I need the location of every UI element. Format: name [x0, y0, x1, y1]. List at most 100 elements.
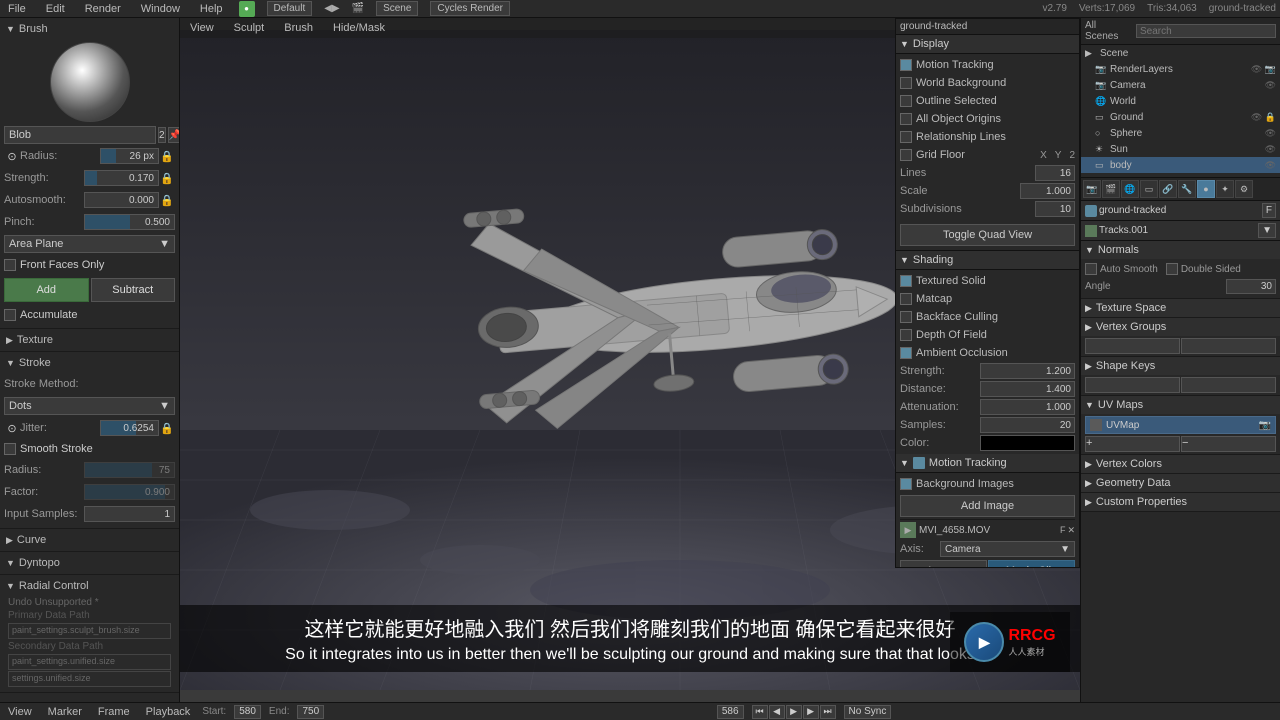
shading-header[interactable]: ▼ Shading [896, 251, 1079, 270]
brush-name-input[interactable] [4, 126, 156, 144]
radius-slider[interactable]: 26 px [100, 148, 159, 164]
bottom-tab-view[interactable]: View [4, 706, 36, 718]
props-particles-icon[interactable]: ✦ [1216, 180, 1234, 198]
backface-checkbox[interactable] [900, 311, 912, 323]
goto-end-btn[interactable]: ⏭ [820, 705, 836, 719]
bg-images-checkbox[interactable] [900, 478, 912, 490]
only-render-checkbox[interactable] [900, 59, 912, 71]
uv-remove-btn[interactable]: − [1181, 436, 1276, 452]
grid-floor-checkbox[interactable] [900, 149, 912, 161]
props-physics-icon[interactable]: ⚙ [1235, 180, 1253, 198]
strength-lock-icon[interactable]: 🔒 [159, 170, 175, 186]
pinch-slider[interactable]: 0.500 [84, 214, 175, 230]
props-constraints-icon[interactable]: 🔗 [1159, 180, 1177, 198]
dof-checkbox[interactable] [900, 329, 912, 341]
autosmooth-slider[interactable]: 0.000 [84, 192, 159, 208]
uvmap-item[interactable]: UVMap 📷 [1085, 416, 1276, 434]
tertiary-path-input[interactable]: settings.unified.size [8, 671, 171, 687]
stroke-section-header[interactable]: ▼ Stroke [4, 354, 175, 372]
angle-value[interactable]: 30 [1226, 279, 1276, 294]
jitter-slider[interactable]: 0.6254 [100, 420, 159, 436]
outliner-item-sphere[interactable]: ○ Sphere 👁 [1081, 125, 1280, 141]
secondary-path-input[interactable]: paint_settings.unified.size [8, 654, 171, 670]
props-modifier-icon[interactable]: 🔧 [1178, 180, 1196, 198]
menu-help[interactable]: Help [196, 3, 227, 15]
sk-add-btn[interactable] [1085, 377, 1180, 393]
node-browse-btn[interactable]: ▼ [1258, 223, 1276, 238]
world-bg-checkbox[interactable] [900, 77, 912, 89]
outliner-item-sun[interactable]: ☀ Sun 👁 [1081, 141, 1280, 157]
sk-remove-btn[interactable] [1181, 377, 1276, 393]
vg-remove-btn[interactable] [1181, 338, 1276, 354]
primary-path-input[interactable]: paint_settings.sculpt_brush.size [8, 623, 171, 639]
strength-slider[interactable]: 0.170 [84, 170, 159, 186]
viewport-tab-view[interactable]: View [184, 22, 220, 34]
vertex-colors-header[interactable]: ▶ Vertex Colors [1081, 455, 1280, 473]
engine-selector[interactable]: Cycles Render [430, 1, 510, 16]
display-header[interactable]: ▼ Display [896, 35, 1079, 54]
ao-color-swatch[interactable] [980, 435, 1075, 451]
matcap-checkbox[interactable] [900, 293, 912, 305]
axis-dropdown[interactable]: Camera ▼ [940, 541, 1075, 557]
outline-selected-checkbox[interactable] [900, 95, 912, 107]
outliner-item-scene[interactable]: ▶ Scene [1081, 45, 1280, 61]
material-browse-btn[interactable]: F [1262, 203, 1276, 218]
uv-add-btn[interactable]: + [1085, 436, 1180, 452]
subdivisions-value[interactable]: 10 [1035, 201, 1075, 217]
texture-section-header[interactable]: ▶ Texture [4, 331, 175, 349]
props-object-icon[interactable]: ▭ [1140, 180, 1158, 198]
radius-lock-icon[interactable]: 🔒 [159, 148, 175, 164]
radius-icon[interactable]: ⊙ [4, 148, 20, 164]
double-sided-checkbox[interactable] [1166, 263, 1178, 275]
brush-num-btn[interactable]: 2 [158, 127, 166, 143]
bottom-tab-frame[interactable]: Frame [94, 706, 134, 718]
all-origins-checkbox[interactable] [900, 113, 912, 125]
menu-file[interactable]: File [4, 3, 30, 15]
vg-add-btn[interactable] [1085, 338, 1180, 354]
viewport-tab-brush[interactable]: Brush [278, 22, 319, 34]
brush-section-header[interactable]: ▼ Brush [4, 20, 175, 38]
goto-start-btn[interactable]: ⏮ [752, 705, 768, 719]
movie-close-btn[interactable]: ✕ [1067, 525, 1075, 536]
curve-section-header[interactable]: ▶ Curve [4, 531, 175, 549]
outliner-item-camera[interactable]: 📷 Camera 👁 [1081, 77, 1280, 93]
toggle-quad-btn[interactable]: Toggle Quad View [900, 224, 1075, 246]
props-material-icon[interactable]: ● [1197, 180, 1215, 198]
rel-lines-checkbox[interactable] [900, 131, 912, 143]
viewport-tab-sculpt[interactable]: Sculpt [228, 22, 271, 34]
auto-smooth-checkbox[interactable] [1085, 263, 1097, 275]
vertex-groups-header[interactable]: ▶ Vertex Groups [1081, 318, 1280, 336]
viewport-tab-hidemask[interactable]: Hide/Mask [327, 22, 391, 34]
image-btn[interactable]: Image [900, 560, 987, 568]
textured-solid-checkbox[interactable] [900, 275, 912, 287]
uv-maps-header[interactable]: ▼ UV Maps [1081, 396, 1280, 414]
no-sync-btn[interactable]: No Sync [844, 705, 892, 719]
lines-value[interactable]: 16 [1035, 165, 1075, 181]
play-back-btn[interactable]: ◀ [769, 705, 785, 719]
bottom-tab-marker[interactable]: Marker [44, 706, 86, 718]
workspace-selector[interactable]: Default [267, 1, 313, 16]
custom-properties-header[interactable]: ▶ Custom Properties [1081, 493, 1280, 511]
add-image-btn[interactable]: Add Image [900, 495, 1075, 517]
motion-tracking-header[interactable]: ▼ Motion Tracking [896, 454, 1079, 473]
dyntopo-section-header[interactable]: ▼ Dyntopo [4, 554, 175, 572]
props-world-icon[interactable]: 🌐 [1121, 180, 1139, 198]
scene-selector[interactable]: Scene [376, 1, 418, 16]
movie-clip-btn[interactable]: Movie Clip [988, 560, 1075, 568]
smooth-stroke-checkbox[interactable] [4, 443, 16, 455]
end-value[interactable]: 750 [297, 705, 324, 719]
ao-attenuation-value[interactable]: 1.000 [980, 399, 1075, 415]
ao-strength-value[interactable]: 1.200 [980, 363, 1075, 379]
stroke-dots-dropdown[interactable]: Dots ▼ [4, 397, 175, 415]
add-button[interactable]: Add [4, 278, 89, 302]
outliner-item-body[interactable]: ▭ body 👁 [1081, 157, 1280, 173]
radial-section-header[interactable]: ▼ Radial Control [4, 577, 175, 595]
workspace-arrows[interactable]: ◀▶ [324, 3, 339, 14]
movie-play-btn[interactable]: F [1060, 525, 1066, 535]
subtract-button[interactable]: Subtract [91, 278, 176, 302]
ao-samples-value[interactable]: 20 [980, 417, 1075, 433]
shape-keys-header[interactable]: ▶ Shape Keys [1081, 357, 1280, 375]
props-scene-icon[interactable]: 🎬 [1102, 180, 1120, 198]
ao-distance-value[interactable]: 1.400 [980, 381, 1075, 397]
jitter-icon[interactable]: ⊙ [4, 420, 20, 436]
